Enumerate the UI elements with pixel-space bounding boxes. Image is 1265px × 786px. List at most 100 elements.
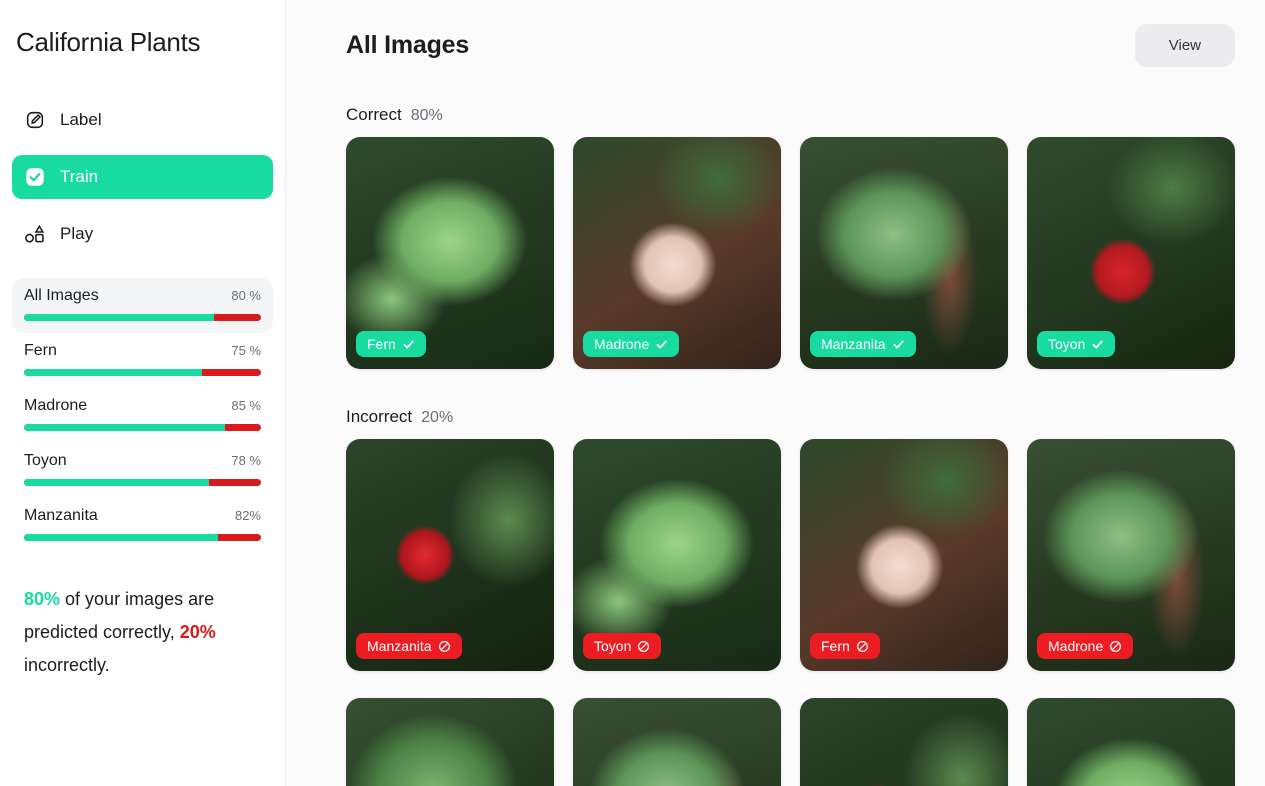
app-root: California Plants Label Train Play All Ima… <box>0 0 1265 786</box>
image-card[interactable]: Madrone <box>573 137 781 369</box>
accuracy-bar <box>24 479 261 486</box>
badge-label: Toyon <box>594 638 632 654</box>
sidebar: California Plants Label Train Play All Ima… <box>0 0 286 786</box>
plant-photo <box>346 698 554 786</box>
plant-photo <box>1027 698 1235 786</box>
section-header-correct: Correct 80% <box>346 105 1235 125</box>
class-row-all-images[interactable]: All Images 80 % <box>12 278 273 333</box>
image-card[interactable]: Fern <box>800 439 1008 671</box>
image-card[interactable] <box>800 698 1008 786</box>
class-name: Manzanita <box>24 507 98 524</box>
sidebar-item-label[interactable]: Label <box>12 98 273 142</box>
image-grid: Manzanita Toyon Fern Madrone <box>346 439 1235 671</box>
accuracy-bar <box>24 424 261 431</box>
accuracy-bar <box>24 314 261 321</box>
sidebar-item-label: Train <box>60 167 99 186</box>
sidebar-nav: Label Train Play <box>12 98 273 256</box>
accuracy-bar-correct <box>24 534 219 541</box>
check-icon <box>1091 338 1104 351</box>
no-entry-icon <box>438 640 451 653</box>
badge-label: Toyon <box>1048 336 1086 352</box>
sections-container: Correct 80% Fern Madrone Manzanita Toyon Incor… <box>346 105 1235 786</box>
class-accuracy-pct: 80 % <box>231 288 261 303</box>
view-button[interactable]: View <box>1134 24 1235 67</box>
sidebar-item-label: Play <box>60 224 94 243</box>
class-name: Fern <box>24 342 57 359</box>
summary-text-end: incorrectly. <box>24 655 110 675</box>
prediction-badge: Manzanita <box>810 331 916 357</box>
section-pct: 80% <box>410 107 443 124</box>
shapes-icon <box>24 223 46 245</box>
sidebar-item-play[interactable]: Play <box>12 212 273 256</box>
badge-label: Manzanita <box>821 336 886 352</box>
section-pct: 20% <box>421 409 454 426</box>
class-row-header: All Images 80 % <box>24 287 261 305</box>
check-icon <box>655 338 668 351</box>
class-accuracy-pct: 75 % <box>231 343 261 358</box>
sidebar-item-train[interactable]: Train <box>12 155 273 199</box>
image-card[interactable] <box>346 698 554 786</box>
class-progress-list: All Images 80 % Fern 75 % Madrone 85 % Toyon 78… <box>12 278 273 553</box>
badge-label: Madrone <box>1048 638 1104 654</box>
badge-label: Manzanita <box>367 638 432 654</box>
class-row-header: Toyon 78 % <box>24 452 261 470</box>
prediction-badge: Madrone <box>583 331 680 357</box>
class-name: All Images <box>24 287 99 304</box>
prediction-badge: Toyon <box>583 633 662 659</box>
accuracy-bar <box>24 534 261 541</box>
check-icon <box>892 338 905 351</box>
no-entry-icon <box>637 640 650 653</box>
class-row-manzanita[interactable]: Manzanita 82% <box>12 498 273 553</box>
prediction-badge: Manzanita <box>356 633 462 659</box>
image-card[interactable]: Madrone <box>1027 439 1235 671</box>
app-title: California Plants <box>16 27 201 57</box>
class-accuracy-pct: 82% <box>234 508 261 523</box>
class-row-header: Manzanita 82% <box>24 507 261 525</box>
class-name: Madrone <box>24 397 88 414</box>
image-card[interactable]: Toyon <box>1027 137 1235 369</box>
section-header-incorrect: Incorrect 20% <box>346 407 1235 427</box>
class-row-header: Madrone 85 % <box>24 397 261 415</box>
image-card[interactable]: Toyon <box>573 439 781 671</box>
main-content: All Images View Correct 80% Fern Madrone Man… <box>286 0 1265 786</box>
section-label: Incorrect <box>346 407 413 426</box>
accuracy-bar-correct <box>24 424 226 431</box>
accuracy-bar-correct <box>24 479 209 486</box>
checkbox-checked-icon <box>24 166 46 188</box>
summary-correct-pct: 80% <box>24 589 61 609</box>
prediction-badge: Toyon <box>1037 331 1116 357</box>
class-row-fern[interactable]: Fern 75 % <box>12 333 273 388</box>
class-row-madrone[interactable]: Madrone 85 % <box>12 388 273 443</box>
plant-photo <box>573 698 781 786</box>
class-accuracy-pct: 85 % <box>231 398 261 413</box>
plant-photo <box>800 698 1008 786</box>
prediction-badge: Madrone <box>1037 633 1134 659</box>
badge-label: Fern <box>367 336 396 352</box>
class-row-toyon[interactable]: Toyon 78 % <box>12 443 273 498</box>
pencil-square-icon <box>24 109 46 131</box>
image-card[interactable]: Manzanita <box>800 137 1008 369</box>
class-row-header: Fern 75 % <box>24 342 261 360</box>
main-header: All Images View <box>346 0 1235 67</box>
class-name: Toyon <box>24 452 67 469</box>
badge-label: Fern <box>821 638 850 654</box>
image-card[interactable] <box>573 698 781 786</box>
accuracy-bar-correct <box>24 369 202 376</box>
page-title: All Images <box>346 31 470 59</box>
image-card[interactable] <box>1027 698 1235 786</box>
prediction-badge: Fern <box>810 633 880 659</box>
check-icon <box>402 338 415 351</box>
accuracy-bar-correct <box>24 314 214 321</box>
prediction-summary: 80% of your images are predicted correct… <box>12 583 273 682</box>
no-entry-icon <box>856 640 869 653</box>
prediction-badge: Fern <box>356 331 426 357</box>
image-grid: Fern Madrone Manzanita Toyon <box>346 137 1235 369</box>
image-card[interactable]: Fern <box>346 137 554 369</box>
sidebar-item-label: Label <box>60 110 102 129</box>
accuracy-bar <box>24 369 261 376</box>
no-entry-icon <box>1109 640 1122 653</box>
image-card[interactable]: Manzanita <box>346 439 554 671</box>
summary-incorrect-pct: 20% <box>179 622 216 642</box>
section-label: Correct <box>346 105 402 124</box>
